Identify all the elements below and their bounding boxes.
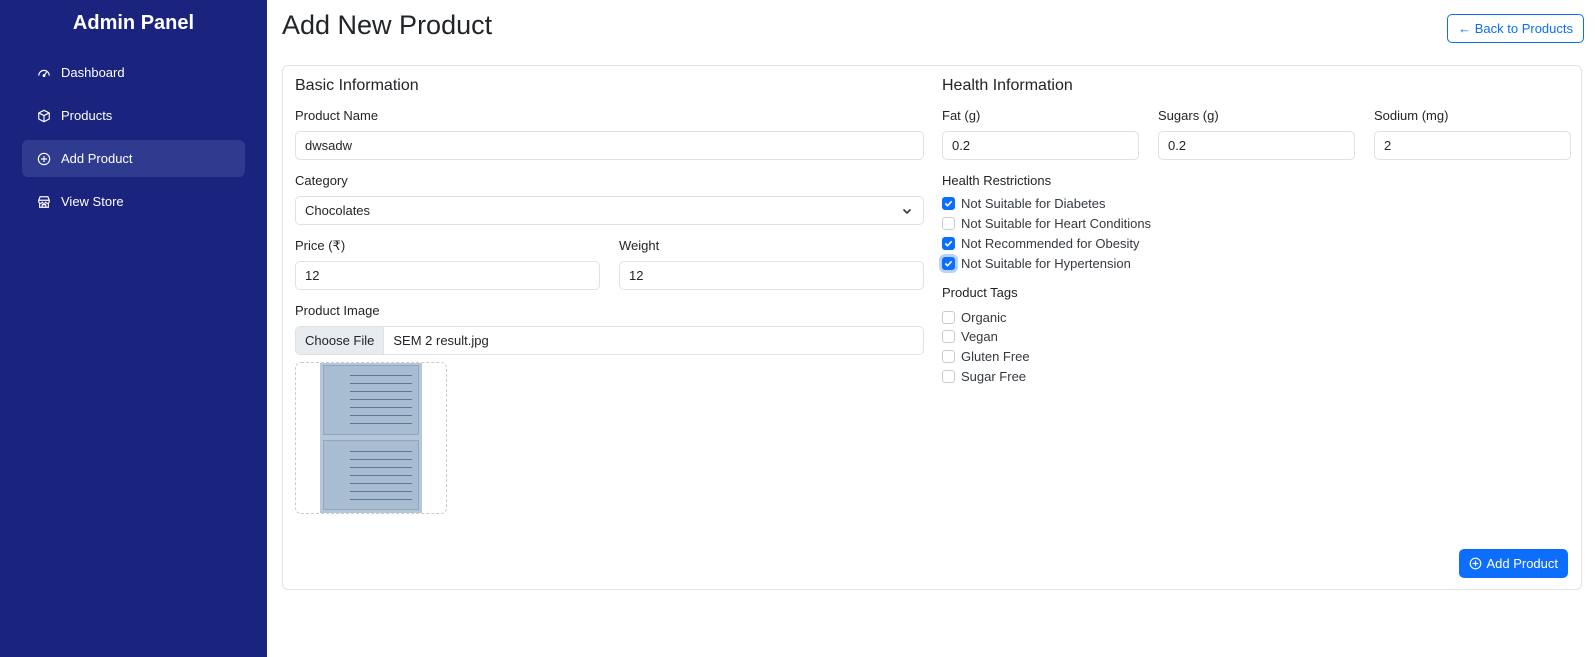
sugars-input[interactable]: 0.2 xyxy=(1158,131,1355,160)
basic-info-title: Basic Information xyxy=(295,77,419,94)
sodium-value: 2 xyxy=(1384,138,1392,153)
add-product-button[interactable]: Add Product xyxy=(1459,549,1568,578)
weight-value: 12 xyxy=(629,268,644,283)
sidebar: Admin Panel Dashboard Products Add Produ… xyxy=(0,0,267,657)
fat-input[interactable]: 0.2 xyxy=(942,131,1139,160)
sidebar-item-label: Dashboard xyxy=(61,65,125,80)
tag-label: Sugar Free xyxy=(961,369,1027,384)
restriction-label: Not Suitable for Diabetes xyxy=(961,196,1106,211)
box-icon xyxy=(37,109,51,123)
product-name-input[interactable]: dwsadw xyxy=(295,131,924,160)
restriction-diabetes[interactable]: Not Suitable for Diabetes xyxy=(942,196,1106,211)
sidebar-item-view-store[interactable]: View Store xyxy=(22,183,245,220)
health-restrictions-label: Health Restrictions xyxy=(942,173,1052,188)
plus-circle-icon xyxy=(37,152,51,166)
tag-organic[interactable]: Organic xyxy=(942,310,1007,325)
sodium-label: Sodium (mg) xyxy=(1374,108,1449,123)
sodium-input[interactable]: 2 xyxy=(1374,131,1571,160)
preview-image xyxy=(320,363,422,513)
speedometer-icon xyxy=(37,66,51,80)
checkbox-unchecked[interactable] xyxy=(942,350,955,363)
restriction-label: Not Recommended for Obesity xyxy=(961,236,1140,251)
sidebar-item-products[interactable]: Products xyxy=(22,97,245,134)
checkbox-unchecked[interactable] xyxy=(942,370,955,383)
shop-icon xyxy=(37,195,51,209)
restriction-hypertension[interactable]: Not Suitable for Hypertension xyxy=(942,256,1131,271)
restriction-label: Not Suitable for Heart Conditions xyxy=(961,216,1152,231)
sugars-label: Sugars (g) xyxy=(1158,108,1219,123)
product-form-card: Basic Information Product Name dwsadw Ca… xyxy=(282,65,1582,590)
file-name: SEM 2 result.jpg xyxy=(393,333,489,348)
product-tags-label: Product Tags xyxy=(942,285,1018,300)
plus-circle-icon xyxy=(1469,557,1482,570)
product-name-label: Product Name xyxy=(295,108,379,123)
tag-vegan[interactable]: Vegan xyxy=(942,329,998,344)
sidebar-item-label: Add Product xyxy=(61,151,133,166)
fat-value: 0.2 xyxy=(952,138,971,153)
category-label: Category xyxy=(295,173,348,188)
tag-gluten-free[interactable]: Gluten Free xyxy=(942,349,1030,364)
product-image-file-input[interactable]: Choose File SEM 2 result.jpg xyxy=(295,326,924,355)
main-content: Add New Product ← Back to Products Basic… xyxy=(267,0,1595,657)
sidebar-item-label: View Store xyxy=(61,194,124,209)
product-name-value: dwsadw xyxy=(305,138,352,153)
page-title: Add New Product xyxy=(282,10,493,40)
checkbox-unchecked[interactable] xyxy=(942,311,955,324)
back-to-products-button[interactable]: ← Back to Products xyxy=(1447,14,1584,43)
add-product-label: Add Product xyxy=(1486,556,1558,571)
sidebar-nav: Dashboard Products Add Product View Stor… xyxy=(0,48,267,220)
price-input[interactable]: 12 xyxy=(295,261,600,290)
checkbox-checked[interactable] xyxy=(942,237,955,250)
fat-label: Fat (g) xyxy=(942,108,981,123)
checkbox-unchecked[interactable] xyxy=(942,330,955,343)
image-preview xyxy=(295,362,447,514)
sidebar-item-dashboard[interactable]: Dashboard xyxy=(22,54,245,91)
restriction-label: Not Suitable for Hypertension xyxy=(961,256,1131,271)
restriction-heart[interactable]: Not Suitable for Heart Conditions xyxy=(942,216,1151,231)
category-value: Chocolates xyxy=(305,203,371,218)
restriction-obesity[interactable]: Not Recommended for Obesity xyxy=(942,236,1139,251)
tag-label: Vegan xyxy=(961,329,998,344)
tag-sugar-free[interactable]: Sugar Free xyxy=(942,369,1026,384)
sidebar-item-add-product[interactable]: Add Product xyxy=(22,140,245,177)
tag-label: Organic xyxy=(961,310,1007,325)
weight-label: Weight xyxy=(619,238,660,253)
tag-label: Gluten Free xyxy=(961,349,1030,364)
category-select[interactable]: Chocolates xyxy=(295,196,924,225)
brand-title: Admin Panel xyxy=(72,12,195,34)
weight-input[interactable]: 12 xyxy=(619,261,924,290)
sidebar-item-label: Products xyxy=(61,108,113,123)
price-value: 12 xyxy=(305,268,320,283)
product-image-label: Product Image xyxy=(295,303,380,318)
chevron-down-icon xyxy=(901,205,913,217)
choose-file-button[interactable]: Choose File xyxy=(296,327,385,354)
price-label: Price (₹) xyxy=(295,238,346,253)
checkbox-checked[interactable] xyxy=(942,197,955,210)
checkbox-checked[interactable] xyxy=(942,257,955,270)
sugars-value: 0.2 xyxy=(1168,138,1187,153)
checkbox-unchecked[interactable] xyxy=(942,217,955,230)
health-info-title: Health Information xyxy=(942,77,1073,94)
